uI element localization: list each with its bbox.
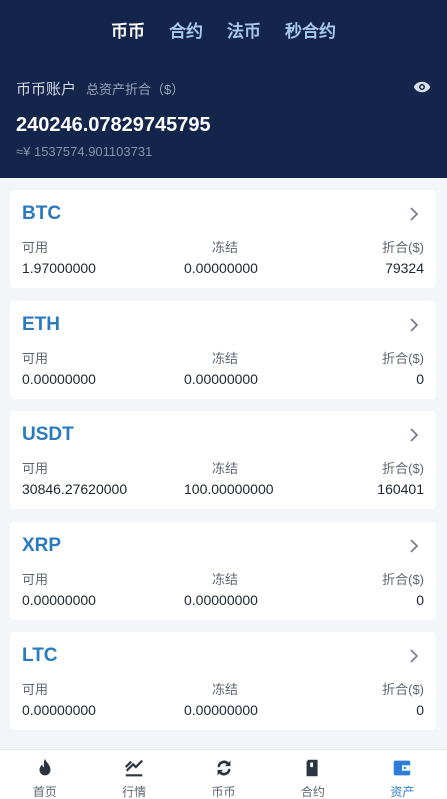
account-title-row: 币币账户 总资产折合（$） [16, 78, 431, 98]
nav-spot[interactable]: 币币 [179, 750, 268, 799]
chevron-right-icon [410, 538, 419, 553]
nav-assets[interactable]: 资产 [358, 750, 447, 799]
account-title: 币币账户 [16, 80, 77, 98]
bottom-nav: 首页 行情 币币 合约 资产 [0, 749, 447, 799]
chart-icon [125, 759, 144, 777]
coin-name: ETH [22, 313, 60, 335]
coin-name: XRP [22, 534, 62, 556]
available-label: 可用 [22, 571, 49, 587]
top-tabs: 币币 合约 法币 秒合约 [0, 0, 447, 58]
converted-label: 折合($) [382, 461, 424, 476]
tab-fiat[interactable]: 法币 [227, 17, 261, 42]
tab-contract[interactable]: 合约 [169, 17, 203, 42]
converted-value: 0 [416, 370, 424, 387]
available-value: 30846.27620000 [22, 481, 128, 497]
converted-value: 160401 [377, 481, 424, 497]
chevron-right-icon [410, 317, 419, 332]
coin-name: LTC [22, 645, 58, 666]
nav-label: 行情 [122, 785, 147, 799]
available-value: 1.97000000 [22, 260, 96, 276]
nav-market[interactable]: 行情 [89, 750, 178, 799]
wallet-icon [306, 759, 318, 777]
converted-value: 79324 [385, 260, 424, 276]
asset-card-ltc[interactable]: LTC 可用 冻结 折合($) 0.00000000 0.00000000 0 [10, 632, 436, 730]
asset-card-eth[interactable]: ETH 可用 冻结 折合($) 0.00000000 0.00000000 0 [10, 300, 436, 399]
frozen-label: 冻结 [211, 571, 238, 587]
exchange-icon [217, 760, 230, 776]
asset-card-btc[interactable]: BTC 可用 冻结 折合($) 1.97000000 0.00000000 79… [10, 190, 436, 288]
frozen-label: 冻结 [211, 240, 238, 255]
account-header: 币币 合约 法币 秒合约 币币账户 总资产折合（$） 240246.078297… [0, 0, 447, 178]
flame-icon [39, 758, 51, 776]
converted-value: 0 [416, 591, 424, 608]
chevron-right-icon [410, 207, 419, 221]
asset-card-usdt[interactable]: USDT 可用 冻结 折合($) 30846.27620000 100.0000… [10, 411, 436, 509]
asset-card-xrp[interactable]: XRP 可用 冻结 折合($) 0.00000000 0.00000000 0 [10, 521, 436, 620]
frozen-value: 0.00000000 [184, 591, 258, 608]
account-subtitle: 总资产折合（$） [86, 81, 185, 97]
available-label: 可用 [22, 240, 49, 255]
available-label: 可用 [22, 350, 49, 366]
converted-label: 折合($) [382, 350, 424, 366]
nav-label: 首页 [32, 785, 57, 799]
frozen-value: 100.00000000 [184, 481, 274, 497]
available-value: 0.00000000 [22, 591, 96, 608]
tab-spot[interactable]: 币币 [111, 17, 145, 42]
frozen-value: 0.00000000 [184, 702, 258, 718]
coin-name: USDT [22, 424, 74, 445]
coin-name: BTC [22, 203, 62, 224]
eye-icon[interactable] [413, 78, 431, 96]
nav-label: 合约 [300, 785, 325, 799]
chevron-right-icon [410, 428, 419, 442]
available-label: 可用 [22, 682, 49, 697]
converted-label: 折合($) [382, 682, 424, 697]
frozen-label: 冻结 [211, 682, 238, 697]
frozen-label: 冻结 [211, 350, 238, 366]
asset-list: BTC 可用 冻结 折合($) 1.97000000 0.00000000 79… [10, 190, 436, 743]
chevron-right-icon [410, 649, 419, 663]
converted-value: 0 [416, 702, 424, 718]
nav-label: 币币 [211, 785, 236, 799]
available-value: 0.00000000 [22, 702, 96, 718]
available-label: 可用 [22, 461, 49, 476]
frozen-value: 0.00000000 [184, 370, 258, 387]
assets-icon [394, 760, 411, 776]
frozen-label: 冻结 [211, 461, 238, 476]
frozen-value: 0.00000000 [184, 260, 258, 276]
available-value: 0.00000000 [22, 370, 96, 387]
converted-label: 折合($) [382, 571, 424, 587]
converted-label: 折合($) [382, 240, 424, 255]
tab-second-contract[interactable]: 秒合约 [285, 17, 336, 42]
cny-equivalent: ≈¥ 1537574.901103731 [16, 144, 153, 159]
nav-home[interactable]: 首页 [0, 750, 89, 799]
total-balance: 240246.07829745795 [16, 114, 211, 136]
nav-label: 资产 [390, 785, 415, 799]
nav-contract[interactable]: 合约 [268, 750, 357, 799]
